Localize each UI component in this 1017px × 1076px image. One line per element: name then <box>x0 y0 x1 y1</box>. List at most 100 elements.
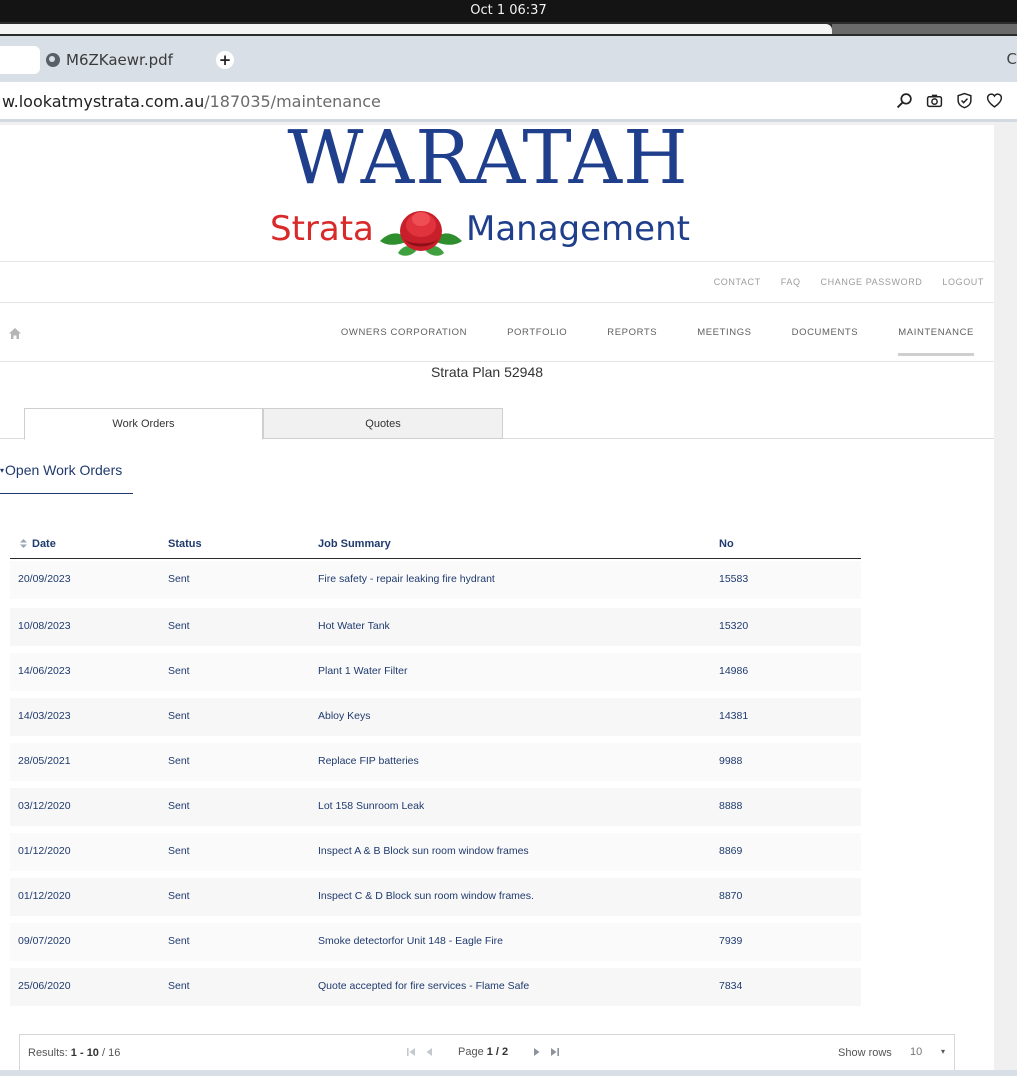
cell-date: 14/03/2023 <box>18 710 71 722</box>
section-title: Open Work Orders <box>5 462 123 478</box>
table-row[interactable]: 10/08/2023 Sent Hot Water Tank 15320 <box>10 608 861 646</box>
cell-number: 15320 <box>719 620 749 632</box>
nav-owners-corporation[interactable]: OWNERS CORPORATION <box>341 327 467 338</box>
cell-job-summary: Abloy Keys <box>318 710 371 722</box>
util-nav-contact[interactable]: CONTACT <box>714 277 761 287</box>
cell-number: 14986 <box>719 665 749 677</box>
tab-work-orders[interactable]: Work Orders <box>24 408 263 440</box>
table-row[interactable]: 25/06/2020 Sent Quote accepted for fire … <box>10 968 861 1006</box>
page-title: Strata Plan 52948 <box>430 364 544 380</box>
rows-per-page-select[interactable]: 10 <box>910 1046 922 1058</box>
column-header-date[interactable]: Date <box>20 538 56 550</box>
globe-icon <box>46 53 60 67</box>
results-range: 1 - 10 <box>70 1047 99 1059</box>
cell-date: 09/07/2020 <box>18 935 71 947</box>
cell-job-summary: Fire safety - repair leaking fire hydran… <box>318 573 495 585</box>
column-header-job-summary[interactable]: Job Summary <box>318 538 391 550</box>
cell-number: 8870 <box>719 890 743 902</box>
url-path: /187035/maintenance <box>204 92 381 111</box>
heart-icon[interactable] <box>986 92 1003 109</box>
waratah-logo[interactable]: WARATAH Strata Management <box>270 115 706 261</box>
page-indicator: Page 1 / 2 <box>458 1046 508 1058</box>
maintenance-tabs: Work Orders Quotes <box>0 408 994 440</box>
column-header-no[interactable]: No <box>719 538 734 550</box>
waratah-flower-icon <box>380 211 462 256</box>
home-icon[interactable] <box>8 327 22 340</box>
page-label: Page <box>458 1046 487 1058</box>
address-bar-actions <box>896 92 1003 109</box>
table-row[interactable]: 01/12/2020 Sent Inspect C & D Block sun … <box>10 878 861 916</box>
table-pager: Results: 1 - 10 / 16 Page 1 / 2 Show row… <box>19 1034 955 1072</box>
tab-quotes[interactable]: Quotes <box>263 408 503 439</box>
camera-icon[interactable] <box>926 92 943 109</box>
results-label: Results: <box>28 1047 71 1059</box>
browser-tab-active[interactable] <box>0 46 40 74</box>
browser-tab-bar: M6ZKaewr.pdf + C <box>0 36 1017 82</box>
table-header: Date Status Job Summary No <box>10 535 861 559</box>
table-row[interactable]: 20/09/2023 Sent Fire safety - repair lea… <box>10 561 861 599</box>
open-work-orders-toggle[interactable]: ▾Open Work Orders <box>0 462 133 494</box>
table-row[interactable]: 09/07/2020 Sent Smoke detectorfor Unit 1… <box>10 923 861 961</box>
table-row[interactable]: 14/03/2023 Sent Abloy Keys 14381 <box>10 698 861 736</box>
nav-maintenance[interactable]: MAINTENANCE <box>898 327 974 356</box>
cell-job-summary: Inspect C & D Block sun room window fram… <box>318 890 534 902</box>
cell-job-summary: Lot 158 Sunroom Leak <box>318 800 425 812</box>
table-row[interactable]: 28/05/2021 Sent Replace FIP batteries 99… <box>10 743 861 781</box>
cell-number: 8869 <box>719 845 743 857</box>
cell-date: 25/06/2020 <box>18 980 71 992</box>
cell-date: 20/09/2023 <box>18 573 71 585</box>
first-page-icon[interactable] <box>406 1047 416 1057</box>
cell-date: 28/05/2021 <box>18 755 71 767</box>
page-scroll-gutter <box>994 125 1017 1076</box>
nav-reports[interactable]: REPORTS <box>607 327 657 338</box>
cell-status: Sent <box>168 573 190 585</box>
cell-date: 01/12/2020 <box>18 890 71 902</box>
table-row[interactable]: 01/12/2020 Sent Inspect A & B Block sun … <box>10 833 861 871</box>
main-nav: OWNERS CORPORATION PORTFOLIO REPORTS MEE… <box>0 303 994 362</box>
previous-page-icon[interactable] <box>424 1047 434 1057</box>
cell-status: Sent <box>168 935 190 947</box>
window-edge-grey <box>832 24 1017 34</box>
nav-portfolio[interactable]: PORTFOLIO <box>507 327 567 338</box>
url-text[interactable]: w.lookatmystrata.com.au/187035/maintenan… <box>2 92 381 111</box>
cell-number: 15583 <box>719 573 749 585</box>
table-row[interactable]: 03/12/2020 Sent Lot 158 Sunroom Leak 888… <box>10 788 861 826</box>
tab-bar-edge-glyph: C <box>1006 50 1017 68</box>
cell-status: Sent <box>168 845 190 857</box>
page-value: 1 / 2 <box>486 1046 509 1058</box>
cell-number: 7939 <box>719 935 743 947</box>
logo-wordmark: WARATAH <box>287 115 689 201</box>
zoom-icon[interactable] <box>896 92 913 109</box>
shield-icon[interactable] <box>956 92 973 109</box>
cell-status: Sent <box>168 755 190 767</box>
cell-number: 7834 <box>719 980 743 992</box>
web-page: WARATAH Strata Management CONTACT FAQ CH… <box>0 115 994 1076</box>
cell-status: Sent <box>168 620 190 632</box>
new-tab-button[interactable]: + <box>216 51 234 69</box>
cell-status: Sent <box>168 710 190 722</box>
cell-status: Sent <box>168 980 190 992</box>
chevron-down-icon[interactable]: ▾ <box>941 1047 945 1056</box>
browser-tab-pdf[interactable]: M6ZKaewr.pdf <box>46 48 173 72</box>
cell-job-summary: Plant 1 Water Filter <box>318 665 408 677</box>
logo-management-text: Management <box>466 209 690 249</box>
last-page-icon[interactable] <box>550 1047 560 1057</box>
cell-number: 9988 <box>719 755 743 767</box>
nav-documents[interactable]: DOCUMENTS <box>792 327 859 338</box>
util-nav-faq[interactable]: FAQ <box>781 277 801 287</box>
cell-date: 01/12/2020 <box>18 845 71 857</box>
os-clock[interactable]: Oct 1 06:37 <box>0 3 1017 18</box>
nav-meetings[interactable]: MEETINGS <box>697 327 751 338</box>
window-bottom-edge <box>0 1070 1017 1076</box>
table-row[interactable]: 14/06/2023 Sent Plant 1 Water Filter 149… <box>10 653 861 691</box>
results-count: Results: 1 - 10 / 16 <box>28 1047 120 1059</box>
column-header-status[interactable]: Status <box>168 538 202 550</box>
util-nav-change-password[interactable]: CHANGE PASSWORD <box>821 277 923 287</box>
page-navigation: Page 1 / 2 <box>406 1046 560 1058</box>
util-nav-logout[interactable]: LOGOUT <box>942 277 984 287</box>
column-header-date-label: Date <box>32 538 56 550</box>
cell-status: Sent <box>168 665 190 677</box>
next-page-icon[interactable] <box>532 1047 542 1057</box>
cell-job-summary: Smoke detectorfor Unit 148 - Eagle Fire <box>318 935 504 947</box>
os-top-bar: Oct 1 06:37 <box>0 0 1017 22</box>
